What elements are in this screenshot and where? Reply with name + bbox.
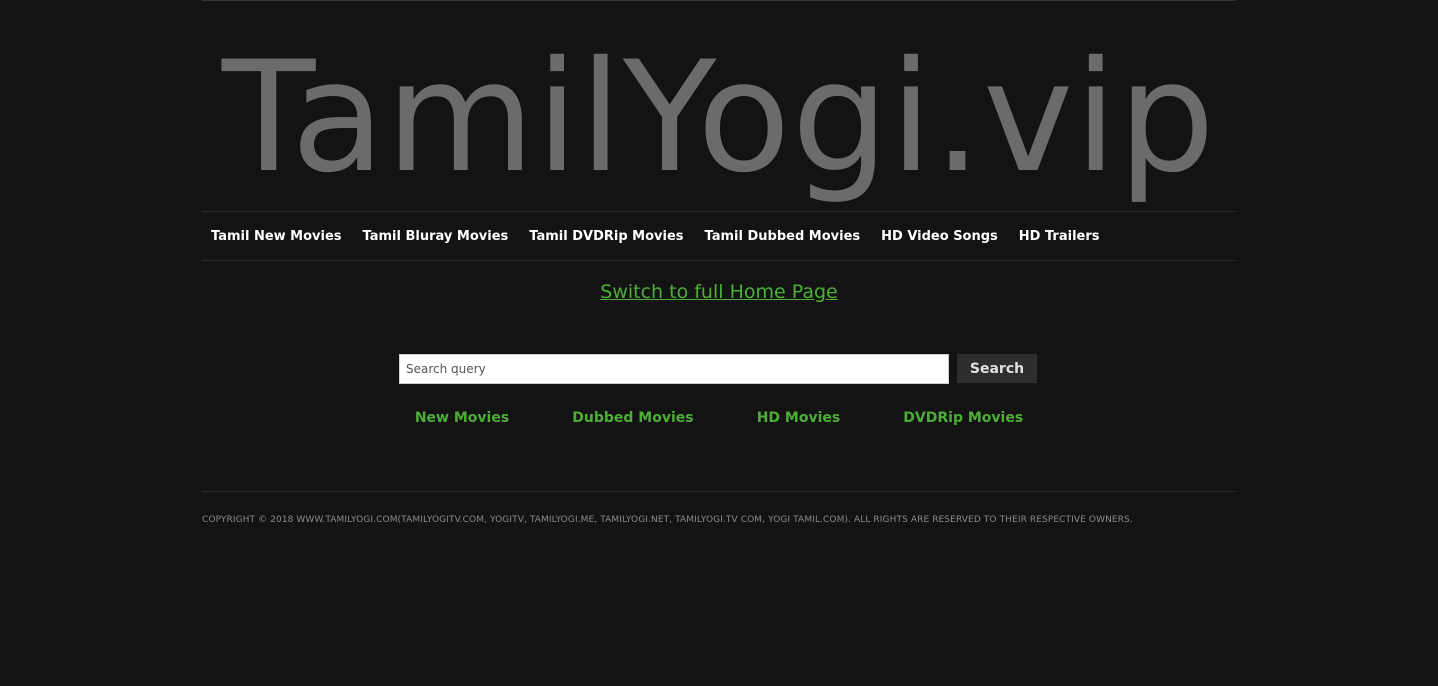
search-form: Search [399,354,1039,384]
nav-item-hd-video-songs[interactable]: HD Video Songs [872,229,1007,244]
quick-link-hd-movies[interactable]: HD Movies [757,408,841,428]
nav-item-tamil-dvdrip-movies[interactable]: Tamil DVDRip Movies [520,229,692,244]
switch-full-home-link[interactable]: Switch to full Home Page [600,281,837,303]
page-container: TamilYogi.vip Tamil New Movies Tamil Blu… [202,0,1236,686]
nav-item-tamil-new-movies[interactable]: Tamil New Movies [202,229,351,244]
quick-link-dvdrip-movies[interactable]: DVDRip Movies [903,408,1023,428]
quick-links: New Movies Dubbed Movies HD Movies DVDRi… [202,407,1236,428]
nav-item-hd-trailers[interactable]: HD Trailers [1010,229,1109,244]
site-logo[interactable]: TamilYogi.vip [202,18,1236,218]
top-divider [202,0,1236,1]
search-button[interactable]: Search [957,354,1037,383]
main-nav: Tamil New Movies Tamil Bluray Movies Tam… [202,211,1236,261]
footer-copyright: Copyright © 2018 www.tamilyogi.com(tamil… [202,515,1133,525]
quick-link-new-movies[interactable]: New Movies [415,408,509,428]
nav-item-tamil-bluray-movies[interactable]: Tamil Bluray Movies [354,229,518,244]
quick-link-dubbed-movies[interactable]: Dubbed Movies [572,408,693,428]
nav-item-tamil-dubbed-movies[interactable]: Tamil Dubbed Movies [696,229,870,244]
switch-home-container: Switch to full Home Page [202,279,1236,305]
footer-divider [202,491,1236,492]
search-input[interactable] [399,354,949,384]
